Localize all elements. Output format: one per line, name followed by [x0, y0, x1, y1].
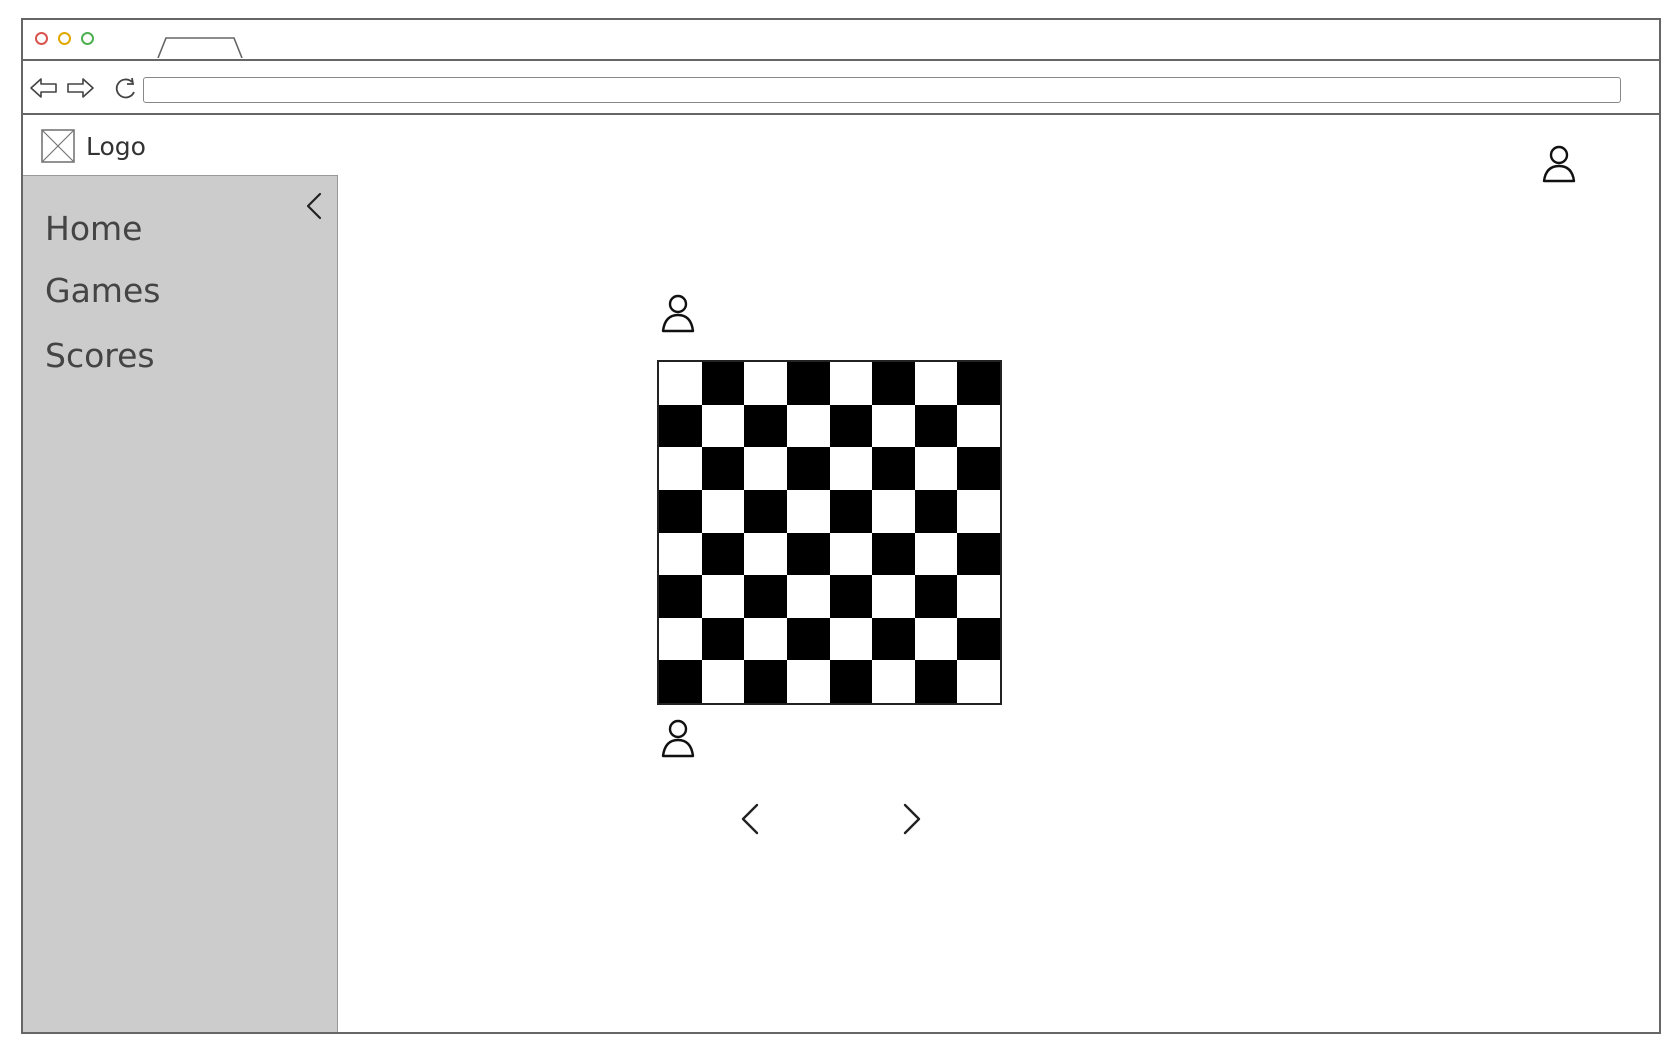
- board-square[interactable]: [744, 447, 787, 490]
- board-square[interactable]: [872, 404, 915, 448]
- board-square[interactable]: [957, 404, 1000, 448]
- board-square[interactable]: [829, 617, 873, 661]
- board-square[interactable]: [829, 362, 873, 405]
- board-square[interactable]: [701, 404, 745, 448]
- forward-arrow-icon[interactable]: [65, 76, 95, 100]
- board-square[interactable]: [872, 489, 915, 533]
- board-square[interactable]: [872, 447, 915, 490]
- board-square[interactable]: [872, 575, 915, 618]
- board-square[interactable]: [701, 617, 745, 661]
- board-square[interactable]: [744, 532, 787, 576]
- board-square[interactable]: [829, 447, 873, 490]
- close-window-button[interactable]: [35, 32, 48, 45]
- user-icon: [661, 719, 695, 758]
- board-square[interactable]: [829, 532, 873, 576]
- chevron-left-icon[interactable]: [737, 800, 763, 838]
- board-square[interactable]: [744, 660, 787, 703]
- board-square[interactable]: [786, 489, 830, 533]
- board-square[interactable]: [744, 404, 787, 448]
- board-square[interactable]: [659, 489, 702, 533]
- chevron-right-icon[interactable]: [899, 800, 925, 838]
- board-square[interactable]: [957, 660, 1000, 703]
- board-square[interactable]: [829, 660, 873, 703]
- board-square[interactable]: [744, 617, 787, 661]
- board-square[interactable]: [659, 660, 702, 703]
- board-square[interactable]: [659, 362, 702, 405]
- board-square[interactable]: [786, 532, 830, 576]
- board-square[interactable]: [957, 617, 1000, 661]
- board-square[interactable]: [914, 489, 958, 533]
- url-input[interactable]: [143, 77, 1621, 103]
- image-placeholder-icon: [41, 129, 75, 163]
- board-square[interactable]: [701, 489, 745, 533]
- logo[interactable]: Logo: [41, 129, 146, 163]
- board-square[interactable]: [957, 489, 1000, 533]
- board-square[interactable]: [957, 362, 1000, 405]
- board-square[interactable]: [872, 660, 915, 703]
- board-square[interactable]: [701, 532, 745, 576]
- board-square[interactable]: [659, 575, 702, 618]
- minimize-window-button[interactable]: [58, 32, 71, 45]
- user-icon[interactable]: [1540, 144, 1578, 186]
- board-square[interactable]: [701, 660, 745, 703]
- board-square[interactable]: [786, 404, 830, 448]
- logo-text: Logo: [86, 131, 146, 161]
- board-square[interactable]: [914, 532, 958, 576]
- board-square[interactable]: [914, 362, 958, 405]
- board-square[interactable]: [914, 617, 958, 661]
- address-bar: [23, 61, 1659, 115]
- chevron-left-icon[interactable]: [303, 190, 325, 222]
- game-board[interactable]: [657, 360, 1002, 705]
- board-square[interactable]: [914, 575, 958, 618]
- board-square[interactable]: [659, 404, 702, 448]
- back-arrow-icon[interactable]: [29, 76, 59, 100]
- board-square[interactable]: [957, 532, 1000, 576]
- browser-window: Logo Home Games Scores: [21, 18, 1661, 1034]
- board-square[interactable]: [659, 617, 702, 661]
- board-square[interactable]: [914, 447, 958, 490]
- board-square[interactable]: [957, 447, 1000, 490]
- maximize-window-button[interactable]: [81, 32, 94, 45]
- board-square[interactable]: [744, 489, 787, 533]
- reload-icon[interactable]: [112, 75, 140, 103]
- board-square[interactable]: [701, 575, 745, 618]
- sidebar: Home Games Scores: [23, 175, 338, 1032]
- board-square[interactable]: [957, 575, 1000, 618]
- sidebar-item-home[interactable]: Home: [45, 209, 142, 248]
- board-square[interactable]: [786, 447, 830, 490]
- sidebar-item-scores[interactable]: Scores: [45, 336, 155, 375]
- board-square[interactable]: [659, 447, 702, 490]
- user-icon: [661, 294, 695, 333]
- board-square[interactable]: [786, 362, 830, 405]
- board-square[interactable]: [914, 660, 958, 703]
- board-square[interactable]: [872, 362, 915, 405]
- page-content: Logo Home Games Scores: [23, 115, 1659, 1032]
- board-square[interactable]: [786, 575, 830, 618]
- board-square[interactable]: [914, 404, 958, 448]
- board-square[interactable]: [786, 617, 830, 661]
- board-square[interactable]: [701, 362, 745, 405]
- board-square[interactable]: [744, 575, 787, 618]
- board-square[interactable]: [872, 617, 915, 661]
- board-square[interactable]: [829, 489, 873, 533]
- board-square[interactable]: [744, 362, 787, 405]
- board-square[interactable]: [659, 532, 702, 576]
- board-square[interactable]: [786, 660, 830, 703]
- sidebar-item-games[interactable]: Games: [45, 271, 160, 310]
- board-square[interactable]: [701, 447, 745, 490]
- board-square[interactable]: [872, 532, 915, 576]
- board-square[interactable]: [829, 575, 873, 618]
- browser-tab[interactable]: [156, 36, 244, 58]
- board-square[interactable]: [829, 404, 873, 448]
- title-bar: [23, 20, 1659, 61]
